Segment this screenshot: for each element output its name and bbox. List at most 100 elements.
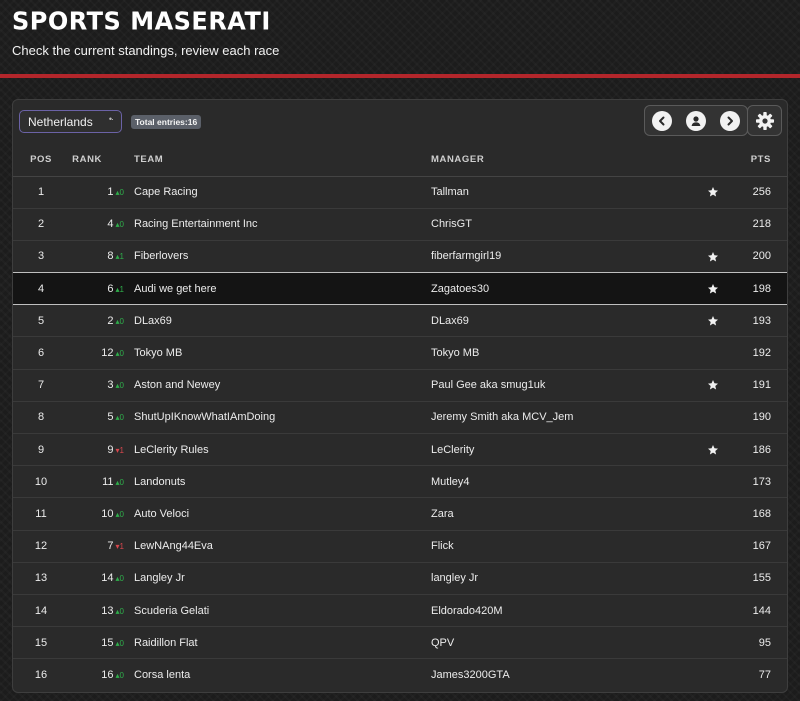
rank-change-value: 0 — [119, 574, 124, 584]
row-pts: 198 — [728, 272, 787, 306]
table-row[interactable]: 2 4 ▴0 Racing Entertainment Inc ChrisGT 2… — [13, 207, 787, 241]
row-pts: 190 — [728, 400, 787, 434]
rank-change-indicator: ▴1 — [116, 252, 124, 261]
rank-change-value: 1 — [119, 445, 124, 455]
table-row[interactable]: 5 2 ▴0 DLax69 DLax69 193 — [13, 304, 787, 337]
table-row[interactable]: 16 16 ▴0 Corsa lenta James3200GTA 77 — [13, 658, 787, 691]
row-pts: 77 — [728, 658, 787, 691]
row-manager[interactable]: DLax69 — [431, 304, 697, 337]
row-pts: 95 — [728, 626, 787, 659]
row-pts: 192 — [728, 336, 787, 370]
table-row[interactable]: 15 15 ▴0 Raidillon Flat QPV 95 — [13, 626, 787, 659]
row-manager[interactable]: James3200GTA — [431, 658, 697, 691]
row-manager[interactable]: Zara — [431, 497, 697, 531]
rank-value: 7 — [107, 540, 114, 553]
row-team[interactable]: Fiberlovers — [128, 239, 431, 273]
row-pts: 173 — [728, 465, 787, 498]
row-favorite[interactable] — [697, 529, 728, 563]
row-team[interactable]: Langley Jr — [128, 561, 431, 595]
country-select[interactable]: Netherlands •· — [19, 110, 122, 133]
rank-change-value: 1 — [119, 284, 124, 294]
row-rank: 15 ▴0 — [69, 626, 128, 659]
row-favorite[interactable] — [697, 239, 728, 273]
row-manager[interactable]: Tallman — [431, 176, 697, 208]
rank-change-indicator: ▾1 — [116, 542, 124, 551]
row-team[interactable]: LewNAng44Eva — [128, 529, 431, 563]
row-favorite[interactable] — [697, 400, 728, 434]
row-favorite[interactable] — [697, 272, 728, 306]
row-manager[interactable]: Mutley4 — [431, 465, 697, 498]
table-row[interactable]: 8 5 ▴0 ShutUpIKnowWhatIAmDoing Jeremy Smi… — [13, 400, 787, 434]
row-manager[interactable]: QPV — [431, 626, 697, 659]
column-header-favorite — [697, 144, 728, 177]
table-row[interactable]: 1 1 ▴0 Cape Racing Tallman 256 — [13, 176, 787, 208]
rank-change-indicator: ▴0 — [116, 349, 124, 358]
previous-button[interactable] — [645, 106, 679, 135]
row-favorite[interactable] — [697, 497, 728, 531]
row-manager[interactable]: Zagatoes30 — [431, 272, 697, 306]
row-team[interactable]: Raidillon Flat — [128, 626, 431, 659]
row-manager[interactable]: Eldorado420M — [431, 593, 697, 627]
column-header-pos[interactable]: POS — [13, 144, 69, 177]
table-row[interactable]: 4 6 ▴1 Audi we get here Zagatoes30 198 — [13, 272, 787, 306]
rank-change-value: 0 — [119, 188, 124, 198]
column-header-pts[interactable]: PTS — [728, 144, 787, 177]
row-manager[interactable]: LeClerity — [431, 432, 697, 466]
column-header-manager[interactable]: MANAGER — [431, 144, 697, 177]
table-row[interactable]: 13 14 ▴0 Langley Jr langley Jr 155 — [13, 561, 787, 595]
table-row[interactable]: 3 8 ▴1 Fiberlovers fiberfarmgirl19 200 — [13, 239, 787, 273]
row-team[interactable]: LeClerity Rules — [128, 432, 431, 466]
row-manager[interactable]: Tokyo MB — [431, 336, 697, 370]
table-row[interactable]: 11 10 ▴0 Auto Veloci Zara 168 — [13, 497, 787, 531]
row-favorite[interactable] — [697, 658, 728, 691]
table-row[interactable]: 7 3 ▴0 Aston and Newey Paul Gee aka smug1… — [13, 368, 787, 402]
row-team[interactable]: Racing Entertainment Inc — [128, 207, 431, 241]
row-manager[interactable]: Flick — [431, 529, 697, 563]
row-team[interactable]: ShutUpIKnowWhatIAmDoing — [128, 400, 431, 434]
row-team[interactable]: Audi we get here — [128, 272, 431, 306]
row-favorite[interactable] — [697, 561, 728, 595]
row-team[interactable]: Landonuts — [128, 465, 431, 498]
row-favorite[interactable] — [697, 432, 728, 466]
row-manager[interactable]: langley Jr — [431, 561, 697, 595]
row-team[interactable]: Aston and Newey — [128, 368, 431, 402]
profile-button[interactable] — [679, 106, 713, 135]
row-favorite[interactable] — [697, 368, 728, 402]
page-subtitle: Check the current standings, review each… — [12, 43, 280, 58]
row-team[interactable]: Scuderia Gelati — [128, 593, 431, 627]
row-favorite[interactable] — [697, 626, 728, 659]
row-favorite[interactable] — [697, 207, 728, 241]
table-row[interactable]: 9 9 ▾1 LeClerity Rules LeClerity 186 — [13, 432, 787, 466]
table-row[interactable]: 12 7 ▾1 LewNAng44Eva Flick 167 — [13, 529, 787, 563]
row-manager[interactable]: fiberfarmgirl19 — [431, 239, 697, 273]
row-pos: 1 — [37, 186, 45, 199]
row-manager[interactable]: Paul Gee aka smug1uk — [431, 368, 697, 402]
row-team[interactable]: Cape Racing — [128, 176, 431, 208]
table-row[interactable]: 14 13 ▴0 Scuderia Gelati Eldorado420M 144 — [13, 593, 787, 627]
row-favorite[interactable] — [697, 176, 728, 208]
row-rank: 8 ▴1 — [69, 239, 128, 273]
row-favorite[interactable] — [697, 465, 728, 498]
rank-value: 6 — [107, 282, 114, 295]
row-manager[interactable]: Jeremy Smith aka MCV_Jem — [431, 400, 697, 434]
row-team[interactable]: Auto Veloci — [128, 497, 431, 531]
row-favorite[interactable] — [697, 304, 728, 337]
row-favorite[interactable] — [697, 336, 728, 370]
table-row[interactable]: 10 11 ▴0 Landonuts Mutley4 173 — [13, 465, 787, 498]
table-row[interactable]: 6 12 ▴0 Tokyo MB Tokyo MB 192 — [13, 336, 787, 370]
settings-button[interactable] — [747, 105, 782, 136]
total-entries-badge: Total entries:16 — [131, 115, 202, 129]
row-team[interactable]: Tokyo MB — [128, 336, 431, 370]
row-team[interactable]: Corsa lenta — [128, 658, 431, 691]
column-header-team[interactable]: TEAM — [128, 144, 431, 177]
rank-value: 1 — [107, 186, 114, 199]
next-button[interactable] — [713, 106, 747, 135]
row-favorite[interactable] — [697, 593, 728, 627]
rank-change-indicator: ▴0 — [116, 188, 124, 197]
row-rank: 4 ▴0 — [69, 207, 128, 241]
row-pts: 167 — [728, 529, 787, 563]
row-team[interactable]: DLax69 — [128, 304, 431, 337]
row-manager[interactable]: ChrisGT — [431, 207, 697, 241]
column-header-rank[interactable]: RANK — [69, 144, 128, 177]
row-pos: 2 — [13, 207, 69, 241]
